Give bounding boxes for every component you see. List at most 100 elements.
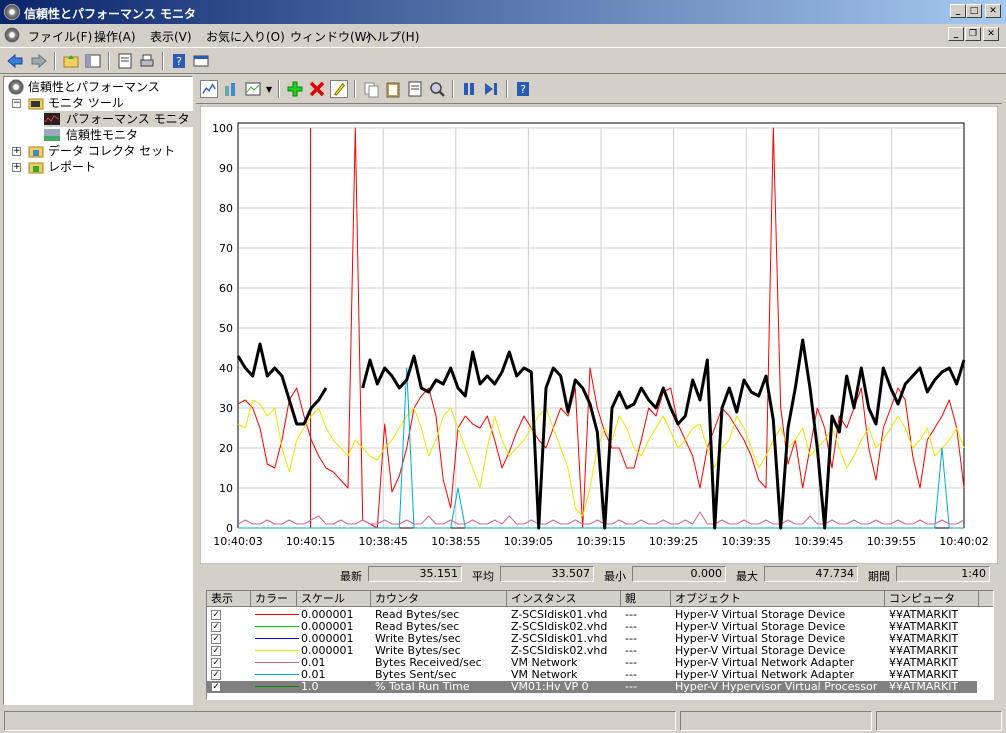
counter-parent-cell: --- — [625, 669, 637, 681]
menu-window[interactable]: ウィンドウ(W) — [290, 28, 371, 45]
column-header-counter[interactable]: カウンタ — [371, 591, 507, 607]
add-counter-icon[interactable] — [286, 80, 304, 98]
counter-object-cell: Hyper-V Virtual Storage Device — [675, 621, 846, 633]
expand-icon[interactable]: + — [12, 163, 21, 172]
dropdown-arrow-icon[interactable]: ▼ — [266, 85, 272, 94]
duration-value: 1:40 — [896, 566, 990, 582]
menu-action[interactable]: 操作(A) — [94, 28, 136, 45]
properties-icon[interactable] — [116, 52, 134, 70]
counter-counter-cell: Read Bytes/sec — [375, 609, 460, 621]
freeze-display-icon[interactable] — [460, 80, 478, 98]
toolbar-separator — [452, 80, 454, 98]
column-header-color[interactable]: カラー — [251, 591, 297, 607]
title-bar[interactable]: 信頼性とパフォーマンス モニタ _ □ ✕ — [0, 0, 1006, 24]
counter-object-cell: Hyper-V Virtual Network Adapter — [675, 669, 855, 681]
maximize-button[interactable]: □ — [966, 4, 982, 18]
tree-item-data-collector-sets[interactable]: + データ コレクタ セット — [12, 143, 175, 159]
menu-view[interactable]: 表示(V) — [150, 28, 192, 45]
minimum-value: 0.000 — [632, 566, 726, 582]
counter-row[interactable]: ✓ 0.000001 Write Bytes/sec Z-SCSIdisk02.vhd… — [207, 645, 977, 657]
collapse-icon[interactable]: − — [12, 99, 21, 108]
child-close-button[interactable]: ✕ — [983, 27, 999, 41]
y-tick-label: 0 — [226, 522, 233, 535]
update-data-icon[interactable] — [482, 80, 500, 98]
tree-item-performance-monitor[interactable]: パフォーマンス モニタ — [44, 111, 194, 127]
counter-row[interactable]: ✓ 0.01 Bytes Sent/sec VM Network --- Hyper-V … — [207, 669, 977, 681]
properties-icon[interactable] — [406, 80, 424, 98]
counter-row[interactable]: ✓ 0.000001 Read Bytes/sec Z-SCSIdisk01.vhd -… — [207, 609, 977, 621]
folder-icon — [28, 162, 44, 174]
reliability-icon — [44, 129, 60, 141]
show-checkbox[interactable]: ✓ — [211, 634, 221, 644]
tree-item-label: モニタ ツール — [48, 96, 124, 110]
x-tick-label: 10:39:05 — [504, 535, 553, 548]
print-icon[interactable] — [138, 52, 156, 70]
menu-file[interactable]: ファイル(F) — [28, 28, 92, 45]
child-minimize-button[interactable]: _ — [948, 27, 964, 41]
view-histogram-icon[interactable] — [222, 80, 240, 98]
column-header-parent[interactable]: 親 — [621, 591, 671, 607]
tree-item-root[interactable]: 信頼性とパフォーマンス — [8, 79, 160, 95]
help-icon[interactable]: ? — [514, 80, 532, 98]
show-checkbox[interactable]: ✓ — [211, 646, 221, 656]
color-swatch — [255, 674, 299, 675]
child-restore-button[interactable]: ❐ — [965, 27, 981, 41]
expand-icon[interactable]: + — [12, 147, 21, 156]
svg-text:?: ? — [520, 83, 526, 96]
column-header-object[interactable]: オブジェクト — [671, 591, 885, 607]
back-arrow-icon[interactable] — [6, 52, 24, 70]
delete-counter-icon[interactable] — [308, 80, 326, 98]
counter-row[interactable]: ✓ 0.000001 Read Bytes/sec Z-SCSIdisk02.vhd -… — [207, 621, 977, 633]
minimize-button[interactable]: _ — [950, 4, 966, 18]
column-header-filler — [979, 591, 993, 607]
show-checkbox[interactable]: ✓ — [211, 658, 221, 668]
status-panel-main — [4, 711, 676, 731]
show-checkbox[interactable]: ✓ — [211, 682, 221, 692]
status-panel-3 — [876, 711, 1002, 731]
show-checkbox[interactable]: ✓ — [211, 610, 221, 620]
column-header-instance[interactable]: インスタンス — [507, 591, 621, 607]
menu-help[interactable]: ヘルプ(H) — [365, 28, 419, 45]
tree-item-monitor-tools[interactable]: − モニタ ツール — [12, 95, 124, 111]
performance-graph-icon — [44, 113, 60, 125]
performance-graph[interactable]: 100908070605040302010010:40:03 10:40:15 10… — [200, 106, 998, 564]
counter-scale-cell: 0.000001 — [301, 645, 354, 657]
counter-scale-cell: 1.0 — [301, 681, 319, 693]
toolbar-separator — [108, 52, 110, 70]
highlight-icon[interactable] — [330, 80, 348, 98]
close-button[interactable]: ✕ — [985, 4, 1001, 18]
column-header-show[interactable]: 表示 — [207, 591, 251, 607]
copy-properties-icon[interactable] — [362, 80, 380, 98]
show-checkbox[interactable]: ✓ — [211, 670, 221, 680]
counter-list[interactable]: 表示 カラー スケール カウンタ インスタンス 親 オブジェクト コンピュータ … — [206, 590, 994, 700]
forward-arrow-icon[interactable] — [30, 52, 48, 70]
tree-item-reliability-monitor[interactable]: 信頼性モニタ — [44, 127, 138, 143]
counter-scale-cell: 0.01 — [301, 657, 326, 669]
x-tick-label: 10:38:45 — [358, 535, 407, 548]
average-label: 平均 — [472, 570, 494, 583]
y-tick-label: 10 — [219, 482, 233, 495]
minimum-label: 最小 — [604, 570, 626, 583]
system-menu-icon[interactable] — [4, 27, 20, 43]
graph-toolbar: ▼ ? — [196, 76, 1002, 104]
paste-counter-list-icon[interactable] — [384, 80, 402, 98]
counter-row[interactable]: ✓ 0.000001 Write Bytes/sec Z-SCSIdisk01.vhd… — [207, 633, 977, 645]
tree-item-reports[interactable]: + レポート — [12, 159, 96, 175]
column-header-computer[interactable]: コンピュータ — [885, 591, 979, 607]
export-list-icon[interactable] — [192, 52, 210, 70]
help-icon[interactable]: ? — [170, 52, 188, 70]
menu-favorites[interactable]: お気に入り(O) — [206, 28, 285, 45]
change-graph-type-icon[interactable] — [244, 80, 262, 98]
up-folder-icon[interactable] — [62, 52, 80, 70]
counter-parent-cell: --- — [625, 657, 637, 669]
show-checkbox[interactable]: ✓ — [211, 622, 221, 632]
column-header-scale[interactable]: スケール — [297, 591, 371, 607]
counter-row[interactable]: ✓ 1.0 % Total Run Time VM01:Hv VP 0 --- Hyper… — [207, 681, 977, 693]
y-tick-label: 100 — [212, 122, 233, 135]
counter-row[interactable]: ✓ 0.01 Bytes Received/sec VM Network --- Hype… — [207, 657, 977, 669]
counter-parent-cell: --- — [625, 633, 637, 645]
toolbar-separator — [54, 52, 56, 70]
show-hide-tree-icon[interactable] — [84, 52, 102, 70]
view-graph-icon[interactable] — [200, 80, 218, 98]
zoom-icon[interactable] — [428, 80, 446, 98]
